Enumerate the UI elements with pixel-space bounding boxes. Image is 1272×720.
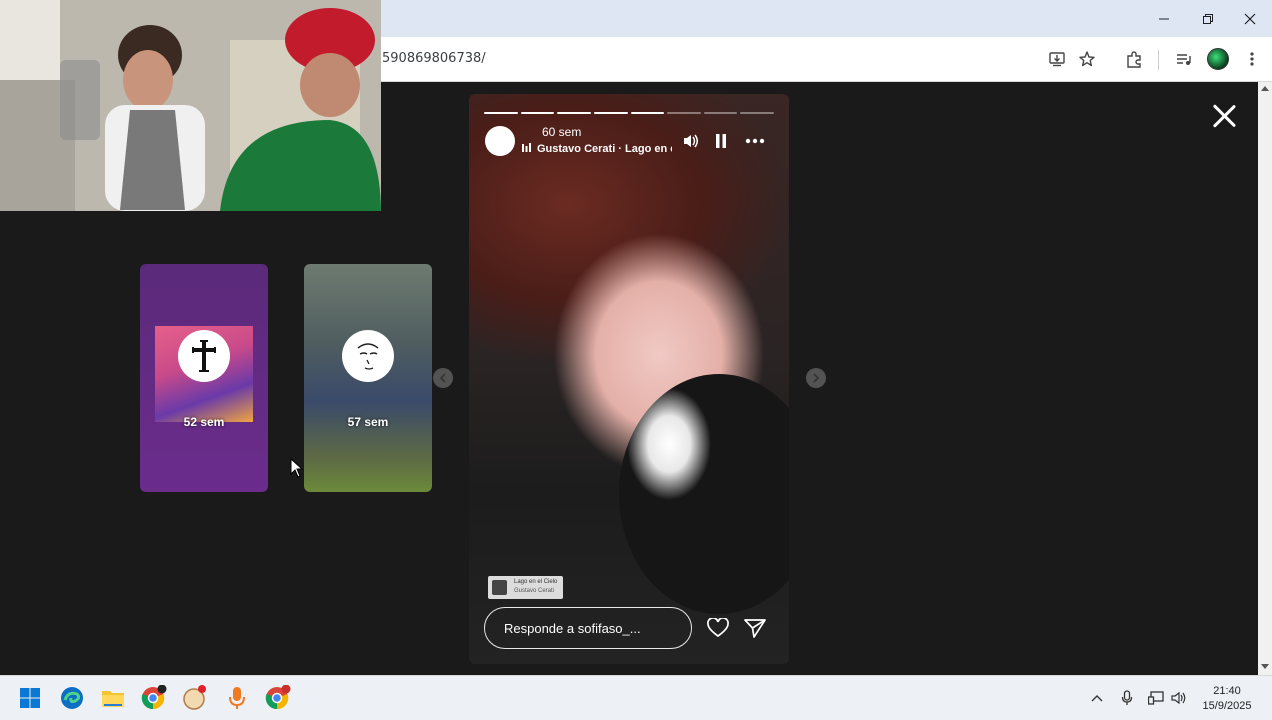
volume-icon bbox=[684, 134, 698, 148]
cross-icon bbox=[192, 340, 216, 372]
microphone-app-icon bbox=[229, 687, 245, 709]
address-bar[interactable]: 590869806738/ bbox=[382, 51, 486, 66]
minimize-icon bbox=[1159, 18, 1169, 19]
next-story-button[interactable] bbox=[806, 368, 826, 388]
story-author-avatar[interactable] bbox=[485, 126, 515, 156]
reply-placeholder: Responde a sofifaso_... bbox=[504, 621, 641, 636]
mute-button[interactable] bbox=[680, 131, 702, 151]
chrome-profile-icon bbox=[265, 685, 291, 710]
close-icon bbox=[1244, 13, 1256, 24]
menu-kebab-icon[interactable] bbox=[1240, 47, 1264, 71]
system-clock[interactable]: 21:40 15/9/2025 bbox=[1196, 684, 1258, 714]
story-music-title: Gustavo Cerati · Lago en el bbox=[537, 143, 672, 155]
close-stories-button[interactable] bbox=[1211, 103, 1237, 129]
reply-input[interactable]: Responde a sofifaso_... bbox=[484, 607, 692, 649]
story-music-line[interactable]: Gustavo Cerati · Lago en el bbox=[522, 143, 672, 155]
heart-icon bbox=[707, 618, 729, 638]
story-progress-segment bbox=[557, 112, 591, 114]
edge-taskbar-button[interactable] bbox=[58, 684, 86, 712]
like-button[interactable] bbox=[706, 616, 730, 640]
minimize-button[interactable] bbox=[1142, 0, 1186, 37]
app-taskbar-button[interactable] bbox=[181, 684, 209, 712]
windows-start-icon bbox=[20, 688, 40, 708]
app-icon bbox=[183, 685, 206, 710]
chevron-right-icon bbox=[813, 373, 820, 383]
chrome-icon bbox=[141, 685, 167, 710]
edge-icon bbox=[61, 687, 83, 709]
restore-icon bbox=[1203, 13, 1213, 24]
pause-button[interactable] bbox=[710, 131, 732, 151]
chrome-profile-taskbar-button[interactable] bbox=[264, 684, 292, 712]
clock-time: 21:40 bbox=[1213, 685, 1241, 697]
scroll-up-icon[interactable] bbox=[1261, 86, 1269, 91]
profile-avatar[interactable] bbox=[1207, 48, 1229, 70]
active-story[interactable]: 60 sem Gustavo Cerati · Lago en el Lago … bbox=[469, 94, 789, 664]
music-sticker[interactable]: Lago en el Cielo Gustavo Cerati bbox=[488, 576, 563, 599]
music-sticker-title: Lago en el Cielo bbox=[514, 579, 558, 585]
story-progress-segment bbox=[630, 112, 665, 114]
share-button[interactable] bbox=[743, 616, 767, 640]
clock-date: 15/9/2025 bbox=[1202, 700, 1252, 712]
windows-taskbar: 21:40 15/9/2025 bbox=[0, 675, 1272, 720]
story-progress-segment bbox=[520, 112, 555, 114]
install-app-icon[interactable] bbox=[1045, 47, 1069, 71]
scroll-down-icon[interactable] bbox=[1261, 664, 1269, 669]
music-sticker-artist: Gustavo Cerati bbox=[514, 588, 555, 594]
story-progress-segment bbox=[484, 112, 518, 114]
recorder-taskbar-button[interactable] bbox=[223, 684, 251, 712]
story-time: 52 sem bbox=[183, 415, 225, 429]
story-photo-subject bbox=[619, 374, 789, 614]
restore-button[interactable] bbox=[1186, 0, 1230, 37]
audio-bars-icon bbox=[522, 143, 531, 155]
webcam-video-image bbox=[0, 0, 381, 211]
mouse-cursor-icon bbox=[290, 458, 304, 478]
chrome-taskbar-button[interactable] bbox=[140, 684, 168, 712]
volume-tray-icon[interactable] bbox=[1171, 690, 1187, 706]
more-horizontal-icon bbox=[745, 138, 765, 144]
story-progress-bar bbox=[484, 112, 774, 114]
story-time: 57 sem bbox=[347, 415, 389, 429]
pause-icon bbox=[716, 134, 726, 148]
toolbar-separator bbox=[1158, 50, 1159, 70]
send-icon bbox=[744, 619, 766, 638]
extensions-icon[interactable] bbox=[1122, 47, 1146, 71]
folder-icon bbox=[102, 691, 124, 707]
story-options-button[interactable] bbox=[744, 131, 766, 151]
close-window-button[interactable] bbox=[1228, 0, 1272, 37]
story-thumbnail[interactable]: 52 sem bbox=[140, 264, 268, 492]
vertical-scrollbar[interactable] bbox=[1258, 82, 1272, 675]
chevron-up-icon[interactable] bbox=[1089, 690, 1105, 706]
story-avatar bbox=[178, 330, 230, 382]
face-sketch-icon bbox=[357, 343, 379, 370]
story-time: 60 sem bbox=[542, 125, 582, 139]
file-explorer-taskbar-button[interactable] bbox=[99, 684, 127, 712]
music-sticker-icon bbox=[492, 580, 507, 595]
start-button[interactable] bbox=[16, 684, 44, 712]
story-progress-segment bbox=[667, 112, 701, 114]
previous-story-button[interactable] bbox=[433, 368, 453, 388]
story-thumbnail[interactable]: 57 sem bbox=[304, 264, 432, 492]
story-progress-segment bbox=[593, 112, 628, 114]
chevron-left-icon bbox=[439, 373, 446, 383]
story-avatar bbox=[342, 330, 394, 382]
bookmark-star-icon[interactable] bbox=[1075, 47, 1099, 71]
media-control-icon[interactable] bbox=[1172, 47, 1196, 71]
story-progress-segment bbox=[740, 112, 774, 114]
story-progress-segment bbox=[703, 112, 738, 114]
webcam-overlay bbox=[0, 0, 381, 211]
network-icon[interactable] bbox=[1148, 690, 1164, 706]
microphone-icon[interactable] bbox=[1119, 690, 1135, 706]
